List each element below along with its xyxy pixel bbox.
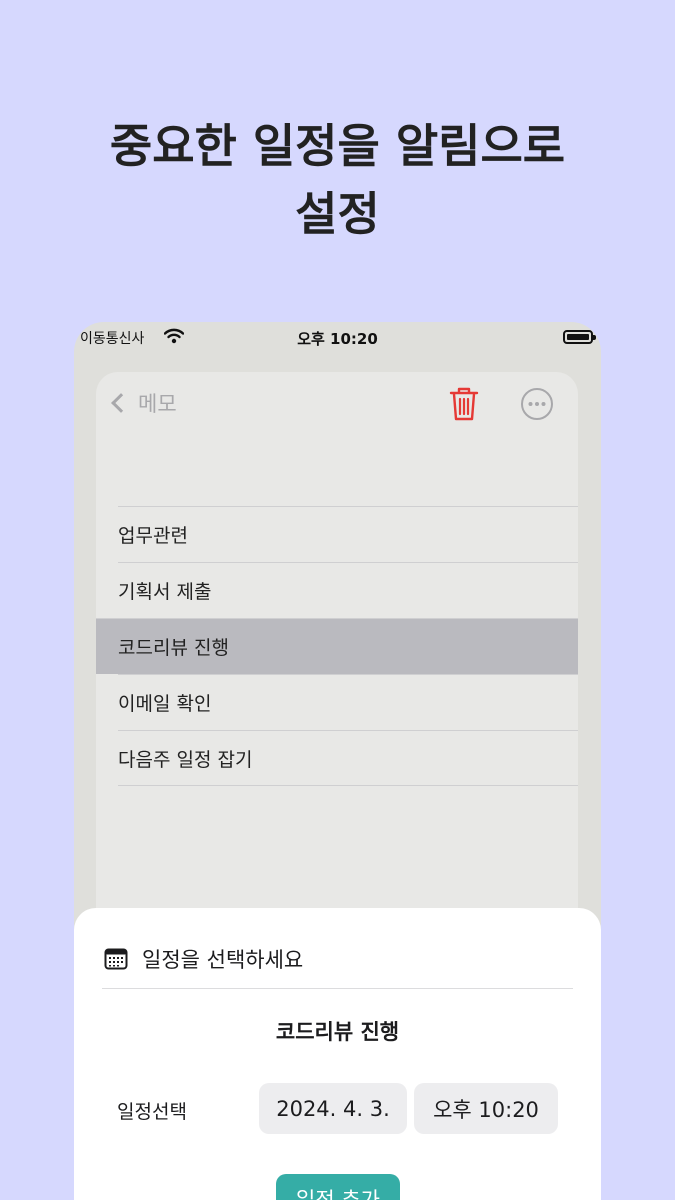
memo-line[interactable]: 기획서 제출 xyxy=(118,562,578,618)
schedule-sheet: 일정을 선택하세요 코드리뷰 진행 일정선택 2024. 4. 3. 오후 10… xyxy=(74,908,601,1200)
date-picker[interactable]: 2024. 4. 3. xyxy=(259,1083,407,1134)
back-button[interactable]: 메모 xyxy=(108,388,177,418)
calendar-icon xyxy=(104,948,128,970)
memo-list: 업무관련 기획서 제출 코드리뷰 진행 이메일 확인 다음주 일정 잡기 xyxy=(96,506,578,786)
headline-line-1: 중요한 일정을 알림으로 xyxy=(109,119,566,173)
add-schedule-button[interactable]: 일정 추가 xyxy=(276,1174,400,1200)
time-picker[interactable]: 오후 10:20 xyxy=(414,1083,558,1134)
trash-icon[interactable] xyxy=(448,386,480,422)
memo-line[interactable]: 이메일 확인 xyxy=(118,674,578,730)
back-label: 메모 xyxy=(138,392,177,416)
selected-item-title: 코드리뷰 진행 xyxy=(275,1020,400,1044)
status-bar: 이동통신사 오후 10:20 xyxy=(74,322,601,352)
more-options-icon[interactable] xyxy=(520,387,554,421)
chevron-left-icon xyxy=(111,393,131,413)
picker-label: 일정선택 xyxy=(117,1101,187,1123)
sheet-title: 일정을 선택하세요 xyxy=(104,944,303,974)
memo-card: 메모 업무관련 기획서 제출 코드리뷰 진행 이메일 확인 다음주 일정 잡기 xyxy=(96,372,578,972)
memo-line-selected[interactable]: 코드리뷰 진행 xyxy=(96,618,578,674)
headline: 중요한 일정을 알림으로 설정 xyxy=(0,112,675,248)
battery-icon xyxy=(563,330,596,344)
status-time: 오후 10:20 xyxy=(297,330,378,348)
divider xyxy=(102,988,573,989)
sheet-title-text: 일정을 선택하세요 xyxy=(142,948,304,972)
headline-line-2: 설정 xyxy=(295,187,380,241)
memo-line[interactable]: 다음주 일정 잡기 xyxy=(118,730,578,786)
memo-line[interactable]: 업무관련 xyxy=(118,506,578,562)
